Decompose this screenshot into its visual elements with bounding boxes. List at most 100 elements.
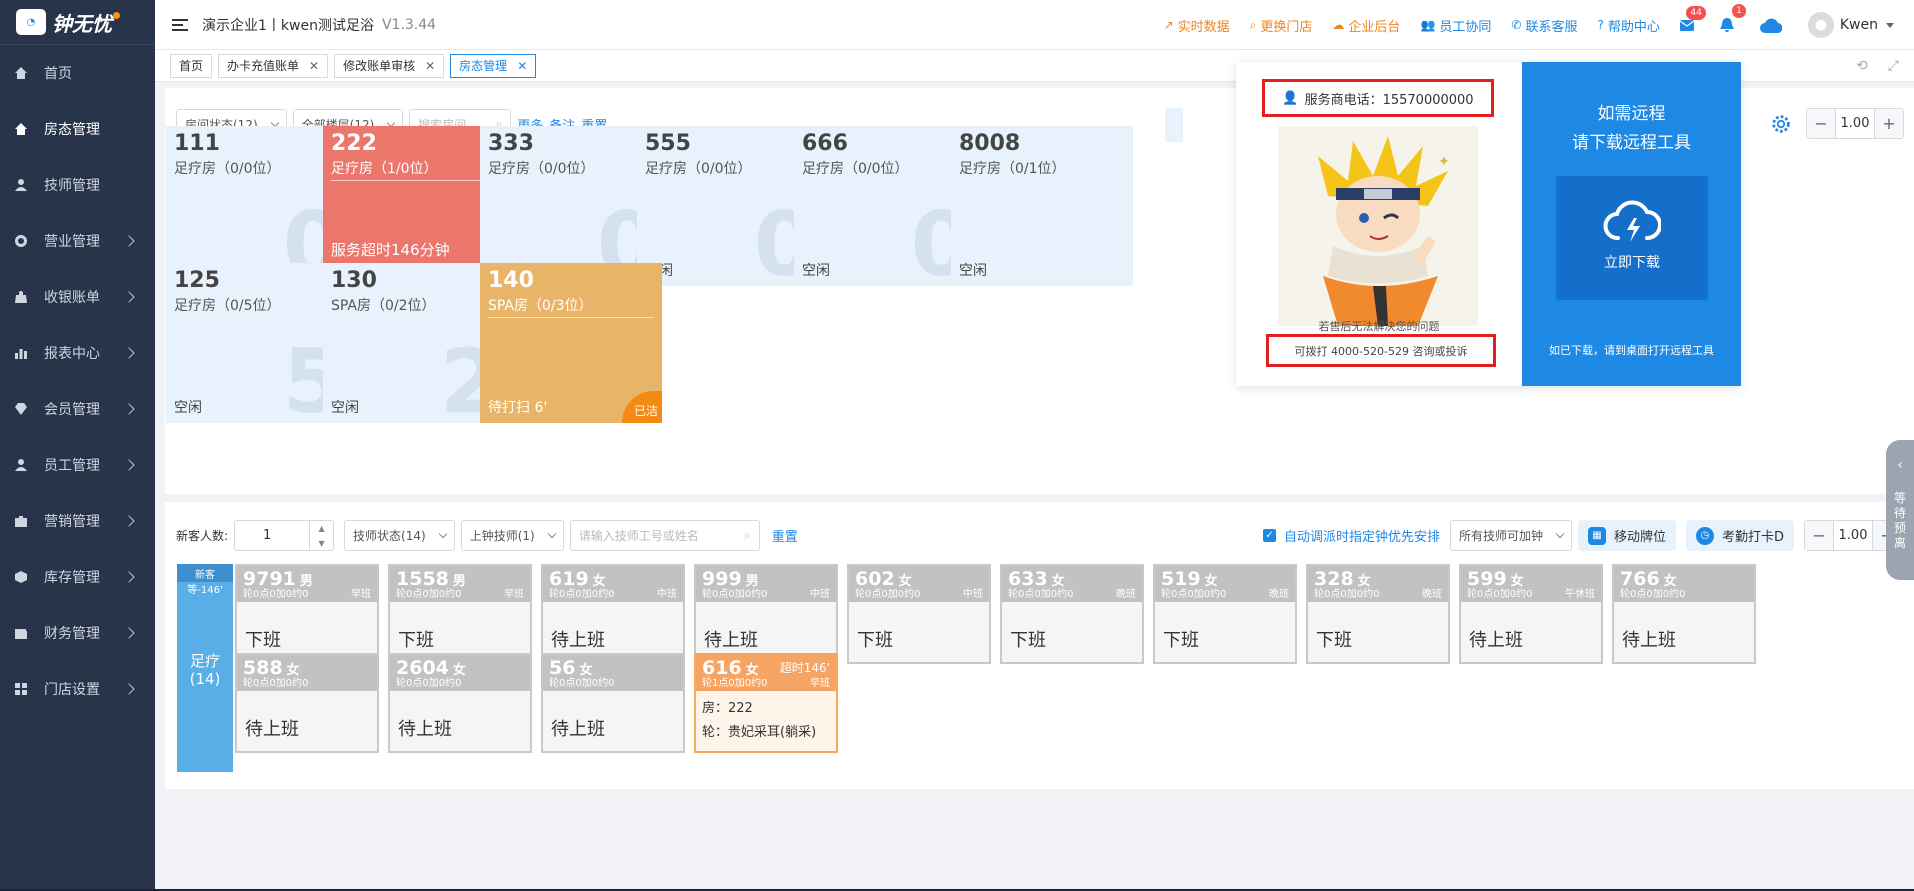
minus-button[interactable]: − [1807, 109, 1835, 138]
collab-link[interactable]: 👥 员工协同 [1420, 16, 1491, 35]
tech-stats: 轮0点0加0约0 [549, 589, 615, 600]
close-icon[interactable]: ✕ [309, 59, 319, 73]
waiting-departure-tab[interactable]: ‹ 等待预离 [1886, 440, 1914, 580]
brand-dot [113, 11, 120, 19]
tech-search-input[interactable]: 请输入技师工号或姓名 ⌕ [569, 520, 760, 551]
realtime-data-link[interactable]: ↗ 实时数据 [1164, 16, 1230, 35]
enterprise-link[interactable]: ☁ 企业后台 [1332, 16, 1400, 35]
sidebar-item-gear[interactable]: 营业管理 [0, 213, 155, 269]
tab-2[interactable]: 修改账单审核 ✕ [334, 53, 445, 78]
sidebar-item-home[interactable]: 首页 [0, 45, 155, 101]
room-card[interactable]: 2 130 SPA房（0/2位） 空闲 [323, 263, 505, 423]
mail-button[interactable]: 44 [1679, 5, 1706, 31]
plus-button[interactable]: + [1875, 109, 1903, 138]
new-guests-value[interactable]: 1 [235, 528, 309, 543]
room-type: 足疗房（0/0位） [174, 161, 281, 177]
tech-card[interactable]: 999 男轮0点0加0约0 中班 待上班 [694, 564, 838, 664]
tech-card[interactable]: 619 女轮0点0加0约0 中班 待上班 [541, 564, 685, 664]
auto-dispatch-checkbox[interactable]: ✓ [1262, 529, 1276, 542]
fullscreen-icon[interactable]: ⤢ [1888, 58, 1899, 74]
change-store-link[interactable]: ⌕ 更换门店 [1250, 16, 1313, 35]
waiting-departure-char: 预 [1893, 521, 1906, 535]
sidebar-item-diamond[interactable]: 会员管理 [0, 381, 155, 437]
tab-1[interactable]: 办卡充值账单 ✕ [218, 53, 329, 78]
tech-card[interactable]: 1558 男轮0点0加0约0 早班 下班 [388, 564, 532, 664]
arrow-up-icon[interactable]: ▲ [318, 524, 324, 533]
tech-card[interactable]: 602 女轮0点0加0约0 中班 下班 [847, 564, 991, 664]
tech-card-busy[interactable]: 616 女 超时146' 轮1点0加0约0 早班 房：222 轮：贵妃采耳(躺采) [694, 653, 838, 753]
tech-group-foot-therapy[interactable]: 新客等-146' 足疗 (14) [177, 564, 233, 772]
room-number: 140 [488, 268, 534, 293]
tech-card[interactable]: 588 女轮0点0加0约0 待上班 [235, 653, 379, 753]
close-icon[interactable]: ✕ [425, 59, 435, 73]
phone-icon: ✆ [1511, 18, 1522, 32]
attendance-button[interactable]: ◷ 考勤打卡D [1685, 520, 1794, 551]
sidebar-item-grid[interactable]: 门店设置 [0, 661, 155, 717]
room-card[interactable]: 0111足疗房（0/0位）空闲 [166, 126, 348, 286]
notification-count-badge: 1 [1732, 3, 1746, 18]
tech-card[interactable]: 599 女轮0点0加0约0 午休班 待上班 [1459, 564, 1603, 664]
sidebar-item-house[interactable]: 房态管理 [0, 101, 155, 157]
auto-dispatch-label[interactable]: 自动调派时指定钟优先安排 [1284, 526, 1440, 545]
sidebar-item-chart[interactable]: 报表中心 [0, 325, 155, 381]
tech-card[interactable]: 2604 女轮0点0加0约0 待上班 [388, 653, 532, 753]
tech-reset-link[interactable]: 重置 [772, 526, 798, 545]
room-card[interactable]: 140 SPA房（0/3位） 待打扫 6' 已洁 [480, 263, 662, 423]
minus-button[interactable]: − [1805, 521, 1833, 550]
room-card[interactable]: 5 125 足疗房（0/5位） 空闲 [166, 263, 348, 423]
user-menu[interactable]: ● Kwen [1807, 12, 1894, 38]
sidebar-item-staff[interactable]: 员工管理 [0, 437, 155, 493]
sidebar-item-wallet[interactable]: 财务管理 [0, 605, 155, 661]
tech-card[interactable]: 9791 男轮0点0加0约0 早班 下班 [235, 564, 379, 664]
tech-status: 待上班 [704, 630, 758, 651]
remote-title-line1: 如需远程 [1597, 104, 1666, 124]
tab-0[interactable]: 首页 [170, 53, 213, 78]
sidebar-item-bag[interactable]: 收银账单 [0, 269, 155, 325]
room-card[interactable]: 0555足疗房（0/0位）空闲 [637, 126, 819, 286]
support-link[interactable]: ✆ 联系客服 [1511, 16, 1577, 35]
close-icon[interactable]: ✕ [517, 59, 527, 73]
on-clock-select[interactable]: 上钟技师(1) [460, 520, 564, 551]
room-card[interactable]: 222足疗房（1/0位）服务超时146分钟🔔616 [323, 126, 505, 286]
cloud-sync-button[interactable] [1759, 18, 1782, 33]
tech-status-select[interactable]: 技师状态(14) [344, 520, 455, 551]
room-scale-value[interactable]: 1.00 [1835, 109, 1875, 138]
tab-3[interactable]: 房态管理 ✕ [450, 53, 537, 78]
all-techs-select[interactable]: 所有技师可加钟 [1449, 520, 1572, 551]
settings-button[interactable] [1766, 109, 1796, 139]
room-scale-stepper[interactable]: − 1.00 + [1806, 108, 1904, 139]
bell-icon [1719, 17, 1734, 32]
sidebar-item-label: 首页 [44, 66, 72, 82]
tech-card[interactable]: 328 女轮0点0加0约0 晚班 下班 [1306, 564, 1450, 664]
refresh-icon[interactable]: ⟲ [1856, 58, 1868, 74]
view-toggle-button[interactable] [1165, 108, 1183, 142]
tech-scale-value[interactable]: 1.00 [1833, 521, 1873, 550]
mobile-board-button[interactable]: ▦ 移动牌位 [1577, 520, 1676, 551]
room-status: 空闲 [174, 400, 202, 416]
chevron-down-icon [438, 529, 447, 539]
stepper-arrows[interactable]: ▲ ▼ [309, 521, 333, 550]
room-type: SPA房（0/3位） [488, 298, 593, 314]
new-guests-stepper[interactable]: 1 ▲ ▼ [234, 520, 335, 551]
mail-count-badge: 44 [1686, 5, 1706, 20]
tech-card[interactable]: 766 女轮0点0加0约0 待上班 [1612, 564, 1756, 664]
help-link[interactable]: ? 帮助中心 [1597, 16, 1659, 35]
tech-shift: 晚班 [1422, 589, 1442, 600]
sidebar-item-user[interactable]: 技师管理 [0, 157, 155, 213]
arrow-down-icon[interactable]: ▼ [318, 539, 324, 548]
room-card[interactable]: 0 666 足疗房（0/0位） 空闲 [794, 126, 976, 286]
menu-toggle-icon[interactable] [172, 18, 188, 31]
room-type: 足疗房（0/0位） [645, 161, 752, 177]
tech-card-header: 9791 男轮0点0加0约0 早班 [237, 566, 377, 602]
sidebar-item-box[interactable]: 库存管理 [0, 549, 155, 605]
mail-icon [1679, 19, 1694, 31]
room-card[interactable]: 0333足疗房（0/0位）空闲 [480, 126, 662, 286]
tech-card[interactable]: 519 女轮0点0加0约0 晚班 下班 [1153, 564, 1297, 664]
tech-card[interactable]: 633 女轮0点0加0约0 晚班 下班 [1000, 564, 1144, 664]
notification-button[interactable]: 1 [1719, 3, 1746, 33]
download-button[interactable]: 立即下载 [1556, 176, 1708, 300]
cloud-icon: ☁ [1332, 18, 1345, 32]
room-card[interactable]: 8008 足疗房（0/1位） 空闲 [951, 126, 1133, 286]
sidebar-item-briefcase[interactable]: 营销管理 [0, 493, 155, 549]
tech-card[interactable]: 56 女轮0点0加0约0 待上班 [541, 653, 685, 753]
